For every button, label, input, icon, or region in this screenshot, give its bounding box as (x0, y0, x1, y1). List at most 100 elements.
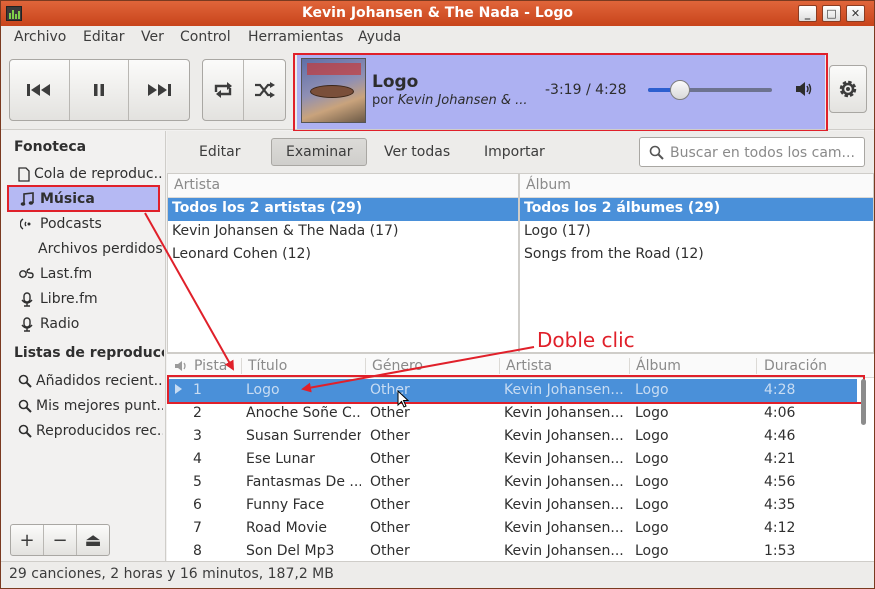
mouse-cursor-icon (397, 390, 409, 408)
cell-title: Anoche Soñe C... (246, 405, 361, 421)
sidebar-item-librefm[interactable]: Libre.fm (18, 287, 163, 311)
playlist-recently-added[interactable]: Añadidos recient... (18, 369, 163, 393)
sidebar-item-label: Música (40, 191, 95, 207)
cell-track: 7 (193, 520, 202, 536)
column-title[interactable]: Título (248, 358, 287, 374)
cell-duration: 4:56 (764, 474, 796, 490)
previous-button[interactable] (10, 60, 70, 120)
artist-row[interactable]: Kevin Johansen & The Nada (17) (168, 221, 518, 244)
album-row[interactable]: Songs from the Road (12) (520, 244, 873, 267)
radio-icon (18, 316, 36, 332)
table-row[interactable]: 2 Anoche Soñe C... Other Kevin Johansen... L… (167, 402, 857, 425)
eject-button[interactable]: ⏏ (77, 525, 109, 555)
tab-importar[interactable]: Importar (470, 138, 559, 166)
column-duration[interactable]: Duración (764, 358, 827, 374)
menu-archivo[interactable]: Archivo (14, 29, 66, 45)
cell-artist: Kevin Johansen... (504, 474, 624, 490)
cell-duration: 4:35 (764, 497, 796, 513)
column-genre[interactable]: Género (372, 358, 423, 374)
cell-track: 8 (193, 543, 202, 559)
cell-album: Logo (635, 520, 669, 536)
table-row[interactable]: 8 Son Del Mp3 Other Kevin Johansen... Logo 1:… (167, 540, 857, 561)
search-icon (649, 145, 664, 160)
cell-genre: Other (370, 451, 410, 467)
menu-editar[interactable]: Editar (83, 29, 124, 45)
playlist-label: Añadidos recient... (36, 373, 163, 389)
next-icon (148, 84, 172, 96)
cell-artist: Kevin Johansen... (504, 520, 624, 536)
tab-ver-todas[interactable]: Ver todas (370, 138, 464, 166)
table-row[interactable]: 5 Fantasmas De ... Other Kevin Johansen... L… (167, 471, 857, 494)
search-icon (18, 374, 32, 388)
album-pane-header[interactable]: Álbum (520, 174, 873, 198)
search-input[interactable] (670, 143, 860, 163)
artist-pane: Artista Todos los 2 artistas (29) Kevin … (167, 173, 519, 353)
column-track[interactable]: Pista (194, 358, 227, 374)
cell-track: 5 (193, 474, 202, 490)
column-album[interactable]: Álbum (636, 358, 681, 374)
cell-album: Logo (635, 543, 669, 559)
tab-examinar[interactable]: Examinar (271, 138, 368, 166)
table-row[interactable]: 3 Susan Surrender Other Kevin Johansen... Lo… (167, 425, 857, 448)
menu-herramientas[interactable]: Herramientas (248, 29, 343, 45)
cell-album: Logo (635, 497, 669, 513)
minimize-button[interactable]: _ (798, 5, 817, 22)
album-row[interactable]: Todos los 2 álbumes (29) (520, 198, 873, 221)
track-list-scrollbar[interactable] (861, 379, 866, 425)
sidebar-item-label: Libre.fm (40, 291, 98, 307)
sidebar-item-label: Last.fm (40, 266, 93, 282)
remove-button[interactable]: − (44, 525, 77, 555)
sidebar-item-podcasts[interactable]: Podcasts (18, 212, 163, 236)
menu-ayuda[interactable]: Ayuda (358, 29, 401, 45)
search-box (639, 137, 865, 167)
sidebar-item-lastfm[interactable]: Last.fm (18, 262, 163, 286)
app-window: Kevin Johansen & The Nada - Logo _ □ ✕ A… (0, 0, 875, 589)
sidebar-item-lost-files[interactable]: Archivos perdidos (38, 237, 163, 261)
cell-track: 2 (193, 405, 202, 421)
pause-icon (94, 84, 104, 96)
pause-button[interactable] (70, 60, 130, 120)
previous-icon (27, 84, 51, 96)
cell-album: Logo (635, 405, 669, 421)
cell-duration: 4:21 (764, 451, 796, 467)
menu-ver[interactable]: Ver (141, 29, 164, 45)
shuffle-button[interactable] (244, 60, 285, 120)
artist-row[interactable]: Todos los 2 artistas (29) (168, 198, 518, 221)
artist-row[interactable]: Leonard Cohen (12) (168, 244, 518, 267)
table-row[interactable]: 7 Road Movie Other Kevin Johansen... Logo 4:1… (167, 517, 857, 540)
sidebar-item-radio[interactable]: Radio (18, 312, 163, 336)
cell-artist: Kevin Johansen... (504, 451, 624, 467)
cell-duration: 4:12 (764, 520, 796, 536)
sidebar-item-music[interactable]: Música (18, 187, 158, 211)
shuffle-icon (254, 82, 275, 98)
cell-genre: Other (370, 474, 410, 490)
album-row[interactable]: Logo (17) (520, 221, 873, 244)
menu-bar: Archivo Editar Ver Control Herramientas … (1, 26, 874, 50)
window-title: Kevin Johansen & The Nada - Logo (301, 5, 574, 21)
artist-pane-header[interactable]: Artista (168, 174, 518, 198)
add-button[interactable]: + (11, 525, 44, 555)
repeat-icon (214, 82, 232, 98)
repeat-button[interactable] (203, 60, 245, 120)
maximize-button[interactable]: □ (822, 5, 841, 22)
close-button[interactable]: ✕ (846, 5, 865, 22)
menu-control[interactable]: Control (180, 29, 231, 45)
lastfm-icon (18, 268, 36, 280)
table-row[interactable]: 6 Funny Face Other Kevin Johansen... Logo 4:3… (167, 494, 857, 517)
album-pane: Álbum Todos los 2 álbumes (29) Logo (17)… (519, 173, 874, 353)
playlist-top-rated[interactable]: Mis mejores punt... (18, 394, 163, 418)
annotation-label: Doble clic (537, 328, 635, 352)
settings-button[interactable] (829, 65, 867, 113)
cell-artist: Kevin Johansen... (504, 405, 624, 421)
playlist-label: Mis mejores punt... (36, 398, 163, 414)
table-row[interactable]: 4 Ese Lunar Other Kevin Johansen... Logo 4:21 (167, 448, 857, 471)
sidebar-item-label: Cola de reproduc... (34, 166, 163, 182)
search-icon (18, 424, 32, 438)
cell-duration: 4:06 (764, 405, 796, 421)
next-button[interactable] (129, 60, 189, 120)
tab-editar[interactable]: Editar (185, 138, 254, 166)
sidebar-item-queue[interactable]: Cola de reproduc... (18, 162, 163, 186)
cell-title: Fantasmas De ... (246, 474, 361, 490)
column-artist[interactable]: Artista (506, 358, 552, 374)
playlist-recently-played[interactable]: Reproducidos rec... (18, 419, 163, 443)
